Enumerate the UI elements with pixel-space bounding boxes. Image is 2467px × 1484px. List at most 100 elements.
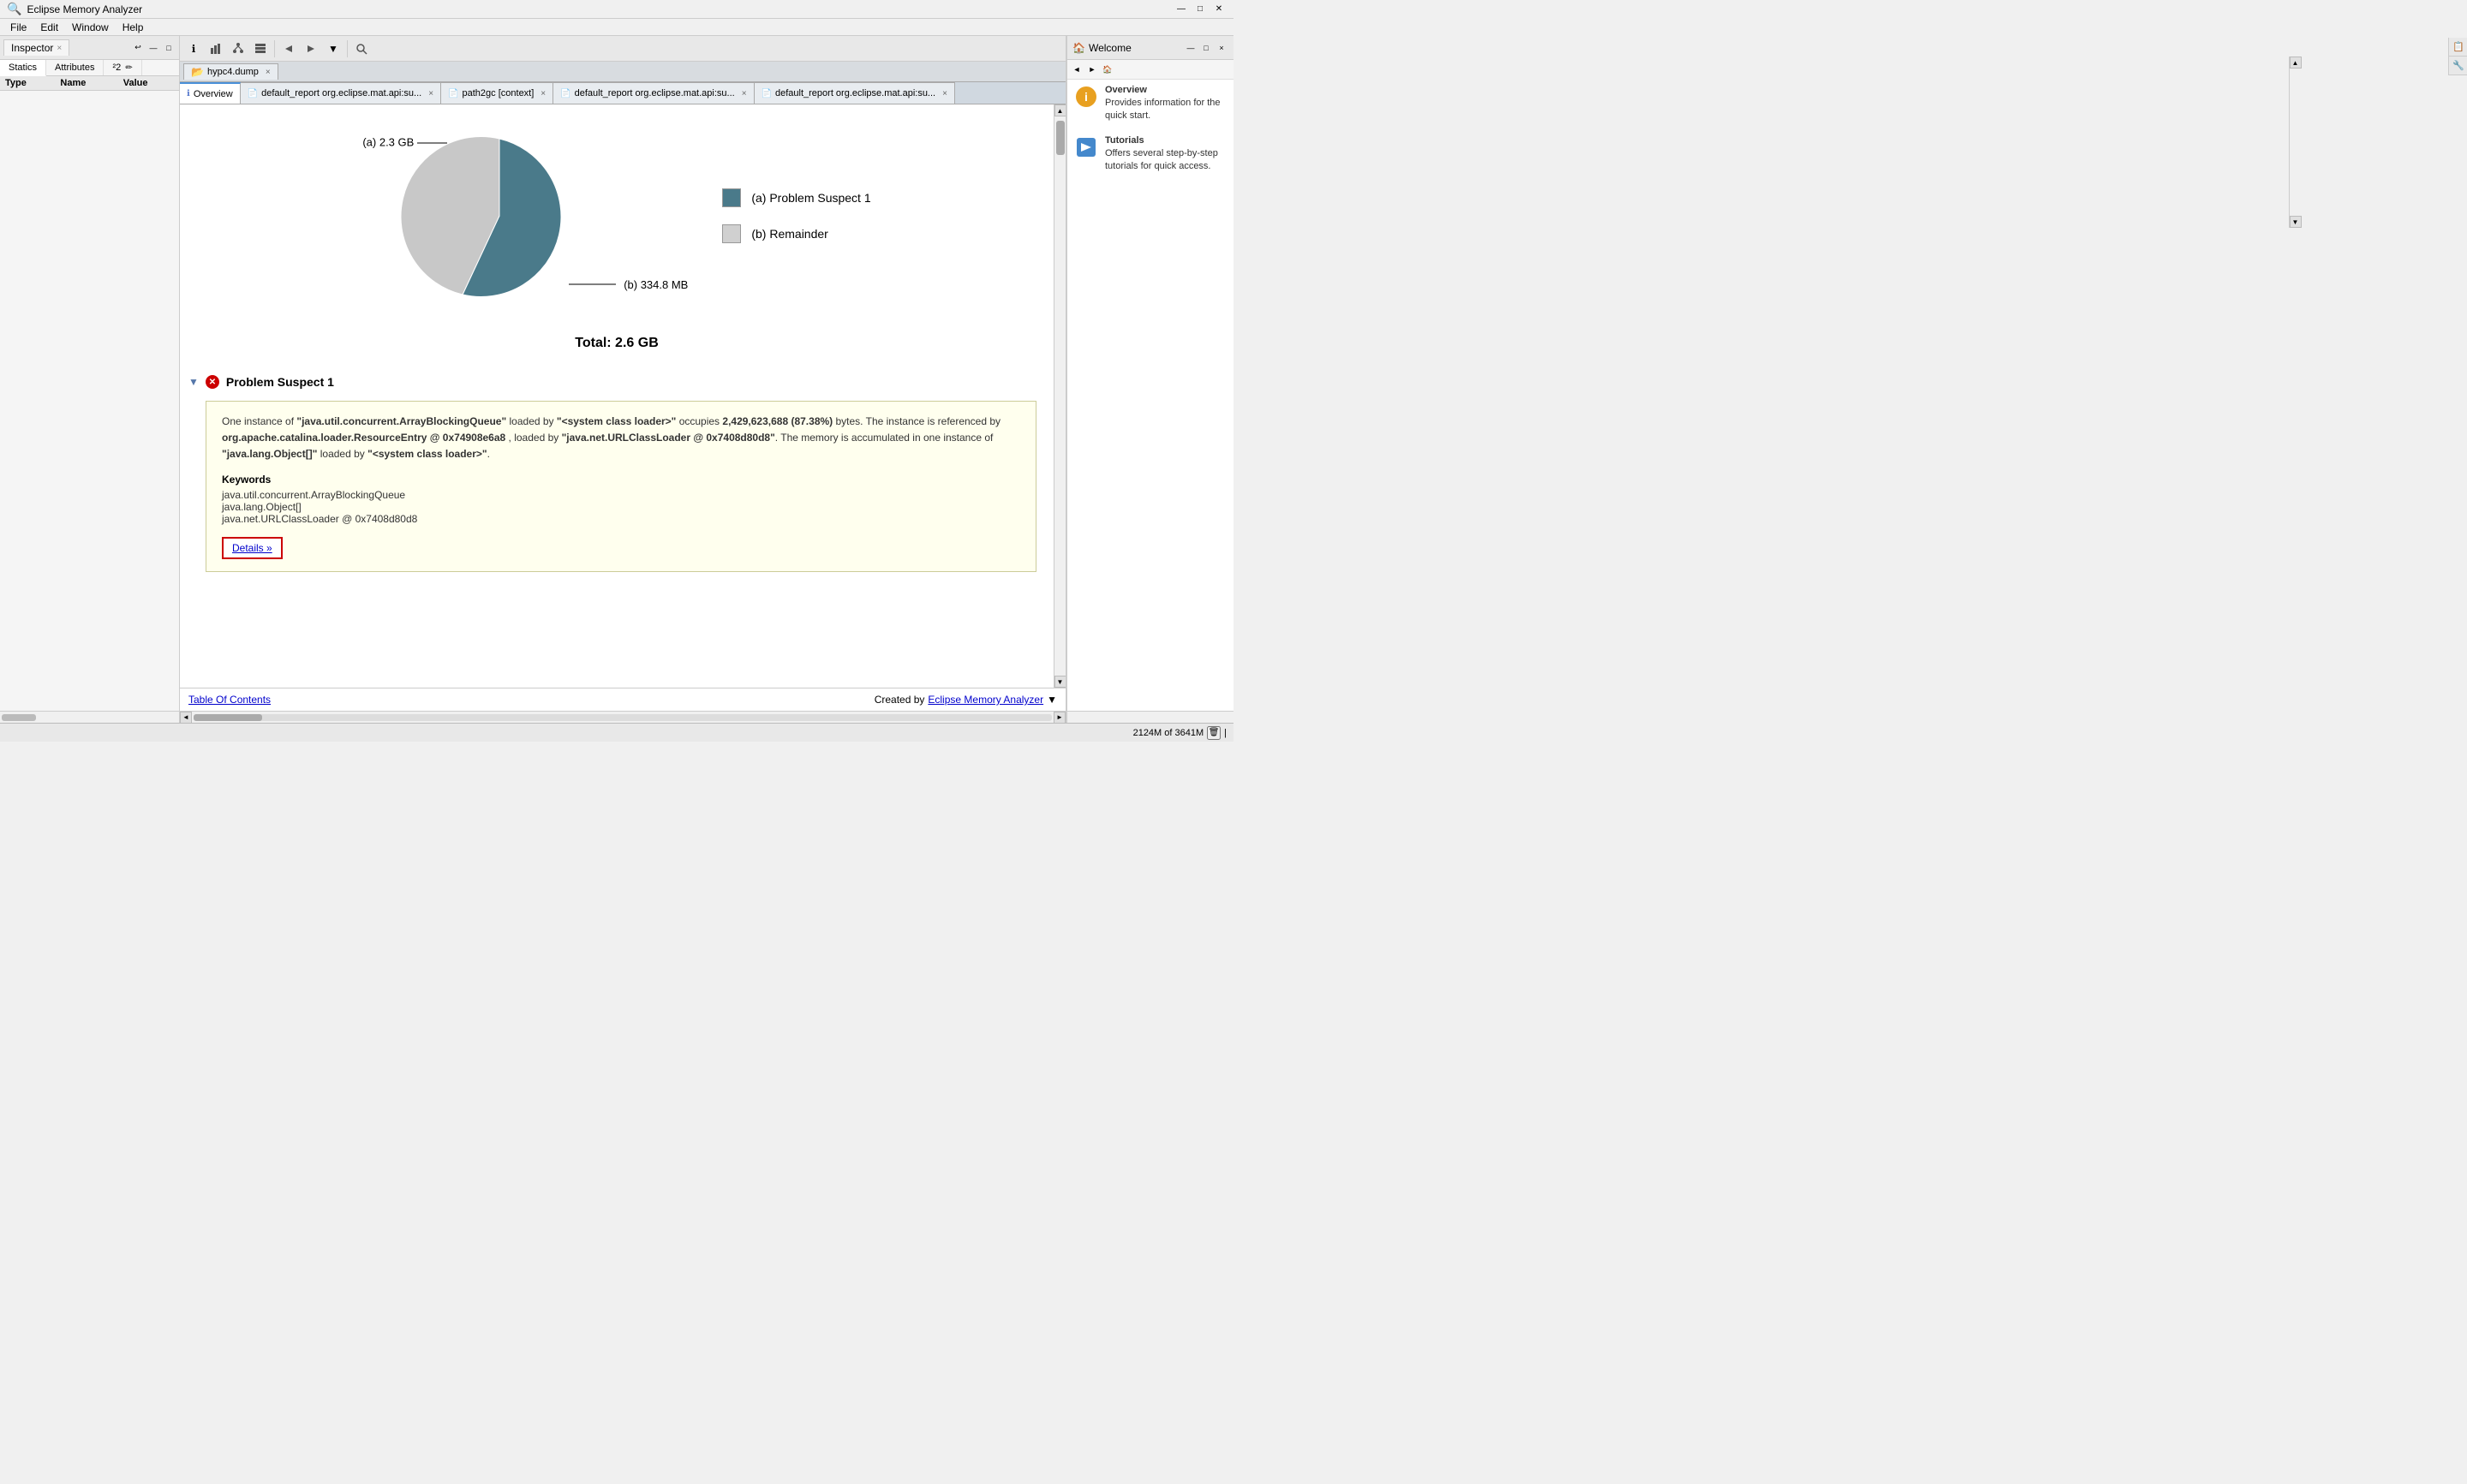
welcome-tutorials-text: Tutorials Offers several step-by-step tu…	[1105, 135, 1227, 174]
pie-label-b: (b) 334.8 MB	[569, 276, 688, 293]
status-separator: |	[1224, 728, 1227, 738]
minimize-button[interactable]: —	[1174, 2, 1189, 17]
menu-window[interactable]: Window	[65, 20, 116, 35]
center-panel: ℹ ▼ 📂	[180, 36, 1066, 723]
welcome-tutorials-title: Tutorials	[1105, 135, 1227, 146]
section-title: Problem Suspect 1	[226, 375, 334, 389]
details-link[interactable]: Details »	[222, 537, 283, 559]
file-tab-bar: 📂 hypc4.dump ×	[180, 62, 1066, 82]
tab-overview[interactable]: ℹ Overview	[180, 82, 241, 104]
section-collapse-arrow: ▼	[188, 376, 199, 388]
footer-dropdown-btn[interactable]: ▼	[1047, 694, 1057, 706]
section-header[interactable]: ▼ ✕ Problem Suspect 1	[180, 368, 1054, 396]
legend-label-a: (a) Problem Suspect 1	[751, 191, 870, 205]
h-scroll-track[interactable]	[194, 714, 1052, 721]
col-value: Value	[118, 76, 179, 91]
welcome-v-scroll[interactable]	[1067, 711, 1234, 723]
tab-dr1-close[interactable]: ×	[428, 89, 433, 98]
suspect-description-text: One instance of "java.util.concurrent.Ar…	[222, 414, 1020, 463]
welcome-scroll-down[interactable]: ▼	[2290, 216, 2302, 228]
url-classloader: "java.net.URLClassLoader @ 0x7408d80d8"	[562, 432, 775, 444]
tab-path2gc-close[interactable]: ×	[541, 89, 546, 98]
svg-text:i: i	[1084, 90, 1088, 104]
welcome-side-vscroll[interactable]: ▲ ▼	[2289, 57, 2301, 228]
welcome-panel-header: 🏠 Welcome — □ ×	[1067, 36, 1234, 60]
h-scroll-right-btn[interactable]: ►	[1054, 712, 1066, 724]
toolbar-list-btn[interactable]	[250, 39, 271, 59]
legend-color-b	[722, 224, 741, 243]
inspector-tab-count[interactable]: ²2 ✏	[104, 60, 141, 75]
inspector-panel: Inspector × ↩ — □ Statics Attributes ²2 …	[0, 36, 180, 723]
v-scroll-up[interactable]: ▲	[1054, 104, 1066, 116]
content-h-scroll[interactable]: ◄ ►	[180, 711, 1066, 723]
content-v-scrollbar[interactable]: ▲ ▼	[1054, 104, 1066, 688]
section-error-icon: ✕	[206, 375, 219, 389]
toolbar-search-btn[interactable]	[351, 39, 372, 59]
h-scroll-thumb	[194, 714, 262, 721]
gc-button[interactable]: 🗑	[1207, 726, 1221, 740]
memory-status: 2124M of 3641M 🗑 |	[1133, 726, 1227, 740]
inspector-max-btn[interactable]: □	[162, 41, 176, 55]
eclipse-memory-analyzer-link[interactable]: Eclipse Memory Analyzer	[928, 694, 1043, 706]
welcome-home-btn[interactable]: 🏠	[1101, 63, 1114, 76]
keyword-3: java.net.URLClassLoader @ 0x7408d80d8	[222, 513, 1020, 525]
table-of-contents-link[interactable]: Table Of Contents	[188, 694, 271, 706]
welcome-close-btn[interactable]: ×	[1215, 41, 1228, 55]
dump-file-tab[interactable]: 📂 hypc4.dump ×	[183, 63, 278, 80]
inspector-min-btn[interactable]: —	[146, 41, 160, 55]
inspector-scroll-area	[0, 91, 179, 711]
menu-file[interactable]: File	[3, 20, 33, 35]
welcome-tutorials-desc: Offers several step-by-step tutorials fo…	[1105, 147, 1227, 174]
memory-size: 2,429,623,688 (87.38%)	[722, 415, 833, 427]
keywords-section: Keywords java.util.concurrent.ArrayBlock…	[222, 474, 1020, 525]
app-icon: 🔍	[7, 2, 21, 16]
inspector-tab-statics[interactable]: Statics	[0, 60, 46, 76]
inspector-tab[interactable]: Inspector ×	[3, 39, 69, 56]
welcome-back-btn[interactable]: ◄	[1070, 63, 1084, 76]
toolbar-nav-back-btn[interactable]	[278, 39, 299, 59]
maximize-button[interactable]: □	[1192, 2, 1208, 17]
dump-file-tab-close[interactable]: ×	[266, 68, 271, 77]
menu-edit[interactable]: Edit	[33, 20, 65, 35]
content-tab-bar: ℹ Overview 📄 default_report org.eclipse.…	[180, 82, 1066, 104]
toolbar-chart-btn[interactable]	[206, 39, 226, 59]
tab-default-report-1[interactable]: 📄 default_report org.eclipse.mat.api:su.…	[241, 82, 441, 104]
toolbar-dropdown-btn[interactable]: ▼	[323, 39, 343, 59]
welcome-min-btn[interactable]: —	[1184, 41, 1198, 55]
memory-label: 2124M of 3641M	[1133, 728, 1204, 738]
menu-help[interactable]: Help	[116, 20, 151, 35]
welcome-scroll-up[interactable]: ▲	[2290, 57, 2302, 69]
window-title: Eclipse Memory Analyzer	[27, 3, 1174, 15]
inspector-table: Type Name Value	[0, 76, 179, 91]
toolbar-tree-btn[interactable]	[228, 39, 248, 59]
welcome-tutorials-icon	[1074, 135, 1098, 159]
perspective-btn-2[interactable]: 🔧	[2449, 57, 2467, 75]
welcome-fwd-btn[interactable]: ►	[1085, 63, 1099, 76]
center-toolbar: ℹ ▼	[180, 36, 1066, 62]
tab-path2gc[interactable]: 📄 path2gc [context] ×	[441, 82, 553, 104]
tab-dr2-close[interactable]: ×	[742, 89, 747, 98]
tab-dr3-close[interactable]: ×	[942, 89, 947, 98]
h-scroll-left-btn[interactable]: ◄	[180, 712, 192, 724]
perspective-btn-1[interactable]: 📋	[2449, 38, 2467, 57]
close-button[interactable]: ✕	[1211, 2, 1227, 17]
welcome-panel: 🏠 Welcome — □ × ◄ ► 🏠 i	[1066, 36, 1234, 723]
v-scroll-down[interactable]: ▼	[1054, 676, 1066, 688]
toolbar-nav-fwd-btn[interactable]	[301, 39, 321, 59]
welcome-content: i Overview Provides information for the …	[1067, 80, 1234, 711]
tab-path2gc-icon: 📄	[448, 89, 458, 98]
main-content-area[interactable]: (a) 2.3 GB (b) 334.8 MB	[180, 104, 1054, 688]
welcome-max-btn[interactable]: □	[1199, 41, 1213, 55]
v-scroll-thumb[interactable]	[1056, 121, 1065, 155]
tab-dr1-icon: 📄	[248, 89, 258, 98]
title-bar: 🔍 Eclipse Memory Analyzer — □ ✕	[0, 0, 1234, 19]
tab-default-report-3[interactable]: 📄 default_report org.eclipse.mat.api:su.…	[755, 82, 955, 104]
v-scroll-track[interactable]	[1054, 116, 1066, 676]
loader-name: "<system class loader>"	[557, 415, 676, 427]
toolbar-info-btn[interactable]: ℹ	[183, 39, 204, 59]
inspector-h-scroll[interactable]	[0, 711, 179, 723]
tab-default-report-2[interactable]: 📄 default_report org.eclipse.mat.api:su.…	[553, 82, 754, 104]
inspector-tab-close-x: ×	[57, 44, 62, 53]
inspector-back-btn[interactable]: ↩	[131, 41, 145, 55]
inspector-tab-attributes[interactable]: Attributes	[46, 60, 104, 75]
